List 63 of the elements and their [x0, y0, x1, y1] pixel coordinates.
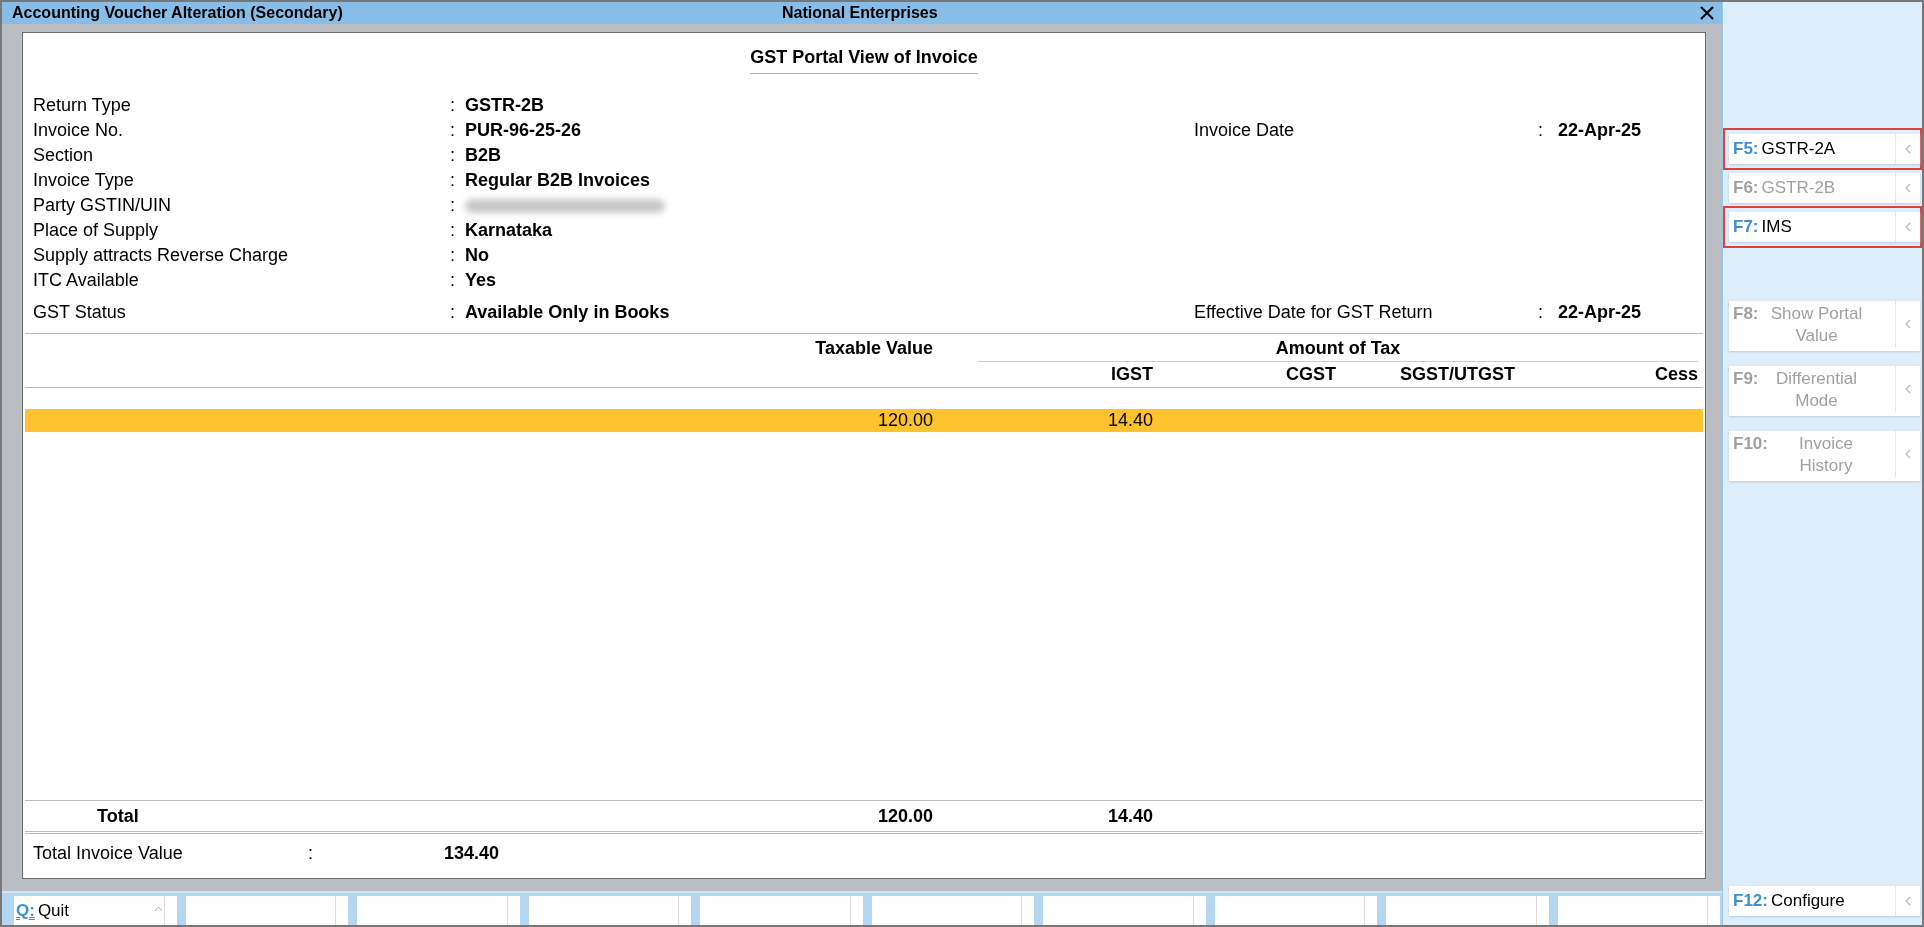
field-value: Karnataka	[465, 220, 553, 240]
field-label: Invoice No.	[33, 120, 125, 141]
field-colon: :	[450, 170, 456, 191]
quit-button[interactable]: Q: Quit	[14, 896, 177, 925]
field-label: GST Status	[33, 302, 127, 323]
column-header: Taxable Value	[814, 337, 933, 359]
field-value: Yes	[465, 270, 497, 290]
window-title: Accounting Voucher Alteration (Secondary)	[12, 4, 344, 22]
column-group-header: Amount of Tax	[1275, 337, 1401, 359]
field-colon: :	[308, 842, 314, 864]
side-button[interactable]: F5: GSTR-2A	[1729, 134, 1920, 164]
field-colon: :	[450, 95, 456, 116]
field-value: 22-Apr-25	[1558, 302, 1643, 323]
table-cell-text: 120.00	[876, 410, 933, 431]
chevron-icon	[1905, 319, 1911, 329]
table-cell-text: 14.40	[1106, 410, 1153, 431]
company-name: National Enterprises	[782, 4, 939, 22]
table-row[interactable]: 120.00 14.40	[25, 409, 1703, 432]
field-colon: :	[450, 270, 456, 291]
field-colon: :	[1538, 120, 1544, 141]
column-header: CGST	[1285, 364, 1336, 385]
field-value: B2B	[465, 145, 501, 165]
field-value: Regular B2B Invoices	[465, 170, 651, 190]
chevron-icon	[1905, 896, 1911, 906]
chevron-icon	[1905, 222, 1911, 232]
field-colon: :	[450, 302, 456, 323]
field-label: ITC Available	[33, 270, 140, 291]
field-value: No	[465, 245, 489, 265]
field-label: Party GSTIN/UIN	[33, 195, 172, 216]
total-label: Total	[96, 805, 140, 827]
chevron-icon	[1905, 449, 1911, 459]
chevron-icon	[1905, 384, 1911, 394]
column-header: SGST/UTGST	[1399, 364, 1515, 385]
chevron-icon	[1905, 144, 1911, 154]
field-value: Available Only in Books	[465, 302, 670, 322]
field-label: Invoice Date	[1194, 120, 1296, 141]
caret-icon	[153, 906, 163, 912]
field-colon: :	[450, 120, 456, 141]
field-label: Place of Supply	[33, 220, 160, 241]
column-header: Cess	[1653, 364, 1698, 385]
field-colon: :	[1538, 302, 1544, 323]
total-cell-text: 14.40	[1106, 805, 1153, 827]
field-colon: :	[450, 220, 456, 241]
field-label: Supply attracts Reverse Charge	[33, 245, 290, 266]
field-value: 134.40	[444, 842, 501, 864]
field-value: 22-Apr-25	[1558, 120, 1643, 141]
field-colon: :	[450, 245, 456, 266]
field-label: Invoice Type	[33, 170, 135, 191]
side-button[interactable]: F12: Configure	[1729, 886, 1920, 916]
field-colon: :	[450, 145, 456, 166]
field-label: Return Type	[33, 95, 132, 116]
field-value: GSTR-2B	[465, 95, 544, 115]
field-label: Effective Date for GST Return	[1194, 302, 1434, 323]
field-label: Total Invoice Value	[33, 842, 184, 864]
total-cell-text: 120.00	[876, 805, 933, 827]
field-colon: :	[450, 195, 456, 216]
close-icon[interactable]	[1700, 6, 1714, 20]
chevron-icon	[1905, 183, 1911, 193]
column-header: IGST	[1110, 364, 1153, 385]
field-value: PUR-96-25-26	[465, 120, 582, 140]
dialog-title: GST Portal View of Invoice	[750, 47, 978, 74]
field-label: Section	[33, 145, 95, 166]
side-button[interactable]: F7: IMS	[1729, 212, 1920, 242]
